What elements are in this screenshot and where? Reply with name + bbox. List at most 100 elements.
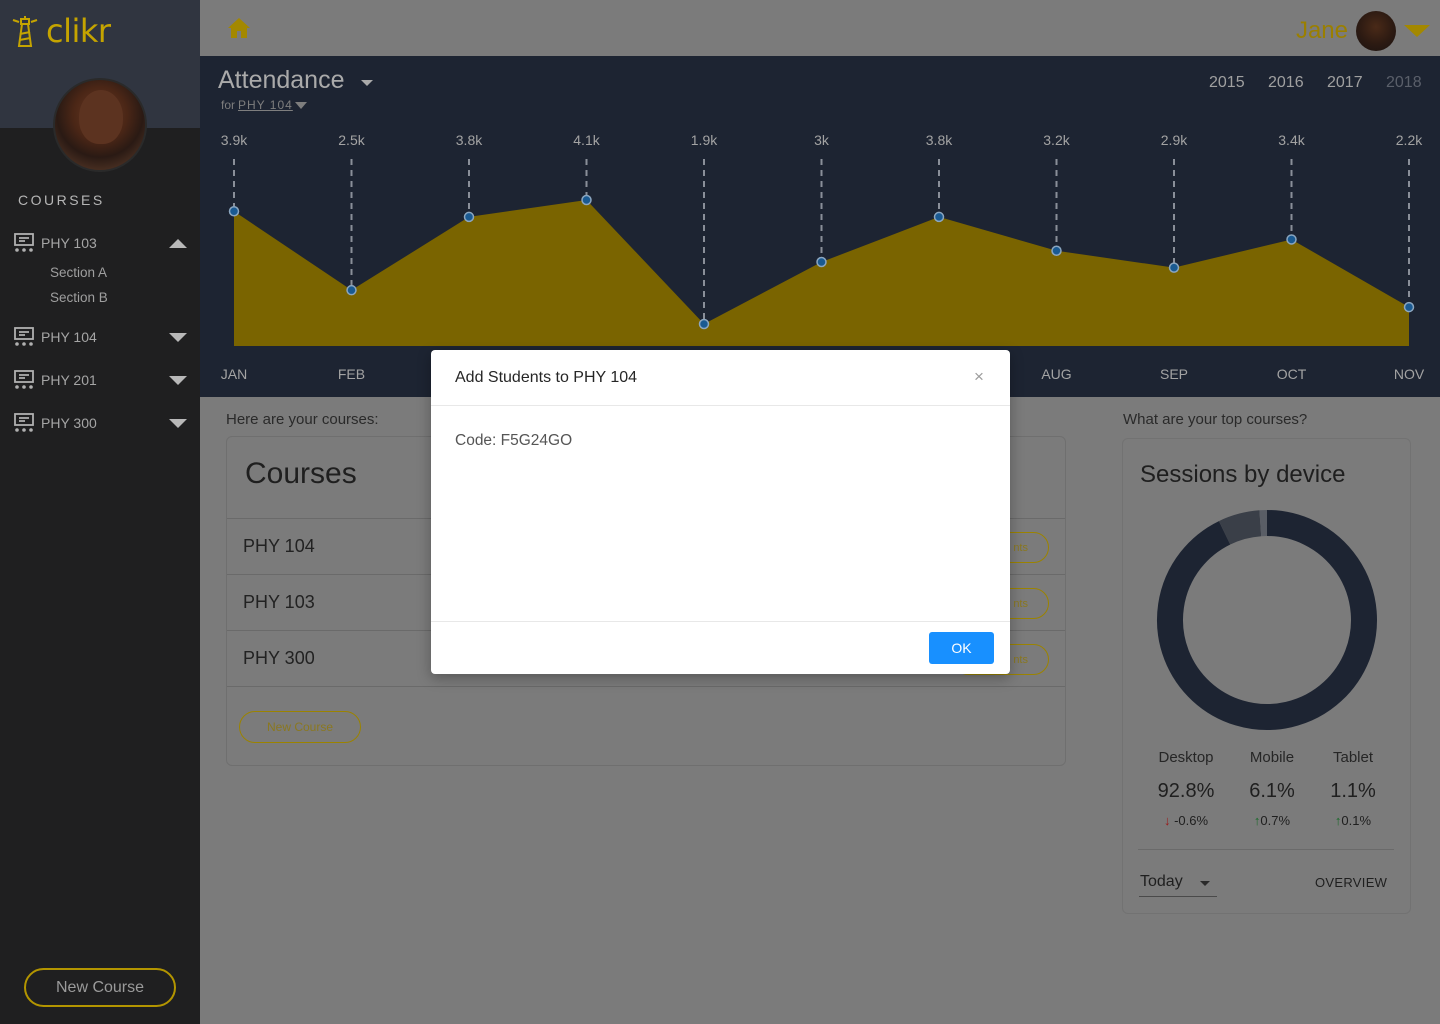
data-label: 2.9k	[1161, 132, 1188, 148]
data-point[interactable]	[581, 194, 592, 206]
data-label: 4.1k	[573, 132, 600, 148]
device-delta: ↓ -0.6%	[1146, 813, 1226, 828]
data-label: 3.8k	[456, 132, 483, 148]
sidebar-new-course-button[interactable]: New Course	[24, 968, 176, 1007]
data-point[interactable]	[816, 256, 827, 268]
device-stat-mobile: Mobile 6.1% ↑0.7%	[1232, 749, 1312, 828]
sidebar: clikr COURSES PHY 103 Section A Section …	[0, 0, 200, 1024]
data-label: 3.2k	[1043, 132, 1070, 148]
presentation-icon	[14, 327, 34, 346]
sidebar-item-label: PHY 300	[41, 415, 97, 431]
device-label: Mobile	[1249, 749, 1295, 766]
data-point[interactable]	[698, 318, 710, 330]
device-label: Desktop	[1158, 749, 1214, 766]
course-name: PHY 300	[243, 648, 315, 668]
presentation-icon	[14, 370, 34, 389]
data-point[interactable]	[346, 284, 357, 296]
user-avatar[interactable]	[1356, 11, 1396, 51]
courses-intro-label: Here are your courses:	[226, 411, 379, 428]
logo-text: clikr	[46, 12, 111, 50]
add-students-modal: Add Students to PHY 104 × Code: F5G24GO …	[431, 350, 1010, 674]
data-label: 3.4k	[1278, 132, 1305, 148]
sidebar-item-label: PHY 104	[41, 329, 97, 345]
sidebar-item-phy300[interactable]: PHY 300	[0, 408, 200, 438]
x-tick-label: NOV	[1394, 366, 1425, 382]
attendance-area	[234, 200, 1409, 346]
user-menu-caret-icon[interactable]	[1404, 25, 1430, 37]
chevron-down-icon[interactable]	[169, 332, 187, 342]
data-point[interactable]	[1168, 262, 1180, 273]
device-label: Tablet	[1332, 749, 1374, 766]
device-delta: ↑0.1%	[1313, 813, 1393, 828]
data-label: 3.8k	[926, 132, 953, 148]
data-label: 3k	[814, 132, 830, 148]
device-stat-desktop: Desktop 92.8% ↓ -0.6%	[1146, 749, 1226, 828]
device-donut-chart	[1157, 510, 1377, 730]
modal-footer	[431, 621, 1010, 622]
device-card-title: Sessions by device	[1140, 461, 1346, 488]
sidebar-item-label: PHY 201	[41, 372, 97, 388]
sidebar-item-phy104[interactable]: PHY 104	[0, 322, 200, 352]
x-tick-label: JAN	[221, 366, 247, 382]
data-point[interactable]	[933, 211, 945, 223]
course-name: PHY 104	[243, 536, 315, 556]
modal-header: Add Students to PHY 104 ×	[431, 350, 1010, 406]
divider	[1138, 849, 1394, 850]
profile-avatar[interactable]	[53, 78, 147, 172]
presentation-icon	[14, 233, 34, 252]
chevron-down-icon[interactable]	[169, 418, 187, 428]
device-stat-tablet: Tablet 1.1% ↑0.1%	[1313, 749, 1393, 828]
data-label: 3.9k	[221, 132, 248, 148]
range-select-underline	[1139, 896, 1217, 897]
presentation-icon	[14, 413, 34, 432]
lighthouse-icon	[12, 16, 38, 47]
data-label: 1.9k	[691, 132, 718, 148]
modal-body-code: Code: F5G24GO	[455, 432, 573, 449]
data-point[interactable]	[228, 206, 240, 217]
device-value: 1.1%	[1330, 780, 1376, 802]
chevron-down-icon[interactable]	[1200, 881, 1210, 886]
divider	[227, 686, 1065, 687]
sidebar-subitem-section-a[interactable]: Section A	[50, 265, 107, 280]
attendance-chart-panel: Attendance for PHY 104 2015 2016 2017 201…	[200, 56, 1440, 397]
data-label: 2.5k	[338, 132, 365, 148]
sidebar-item-phy103[interactable]: PHY 103	[0, 228, 200, 258]
x-tick-label: AUG	[1041, 366, 1071, 382]
device-delta-value: -0.6%	[1174, 813, 1209, 828]
data-point[interactable]	[1051, 245, 1062, 256]
new-course-button[interactable]: New Course	[239, 711, 361, 743]
chevron-up-icon[interactable]	[169, 238, 187, 248]
course-name: PHY 103	[243, 592, 315, 612]
close-icon[interactable]: ×	[970, 368, 988, 386]
attendance-chart: 3.9k JAN 2.5k FEB 3.8k 4.1k 1.9k 3k 3.8k 3.2k AUG 2…	[221, 132, 1425, 382]
data-label: 2.2k	[1396, 132, 1423, 148]
device-value: 6.1%	[1249, 780, 1295, 802]
device-delta-value: 0.1%	[1341, 813, 1372, 828]
sidebar-item-phy201[interactable]: PHY 201	[0, 365, 200, 395]
home-icon[interactable]	[226, 16, 252, 40]
x-tick-label: FEB	[338, 366, 365, 382]
data-point[interactable]	[463, 211, 475, 223]
device-value: 92.8%	[1157, 780, 1215, 802]
sidebar-item-label: PHY 103	[41, 235, 97, 251]
x-tick-label: OCT	[1277, 366, 1307, 382]
range-select[interactable]: Today	[1140, 873, 1183, 891]
arrow-down-icon: ↓	[1163, 813, 1171, 828]
donut-slice-desktop[interactable]	[1157, 510, 1377, 730]
donut-slice-mobile[interactable]	[1218, 510, 1262, 545]
courses-heading: COURSES	[18, 192, 105, 208]
user-name[interactable]: Jane	[1296, 17, 1348, 45]
sidebar-subitem-section-b[interactable]: Section B	[50, 290, 108, 305]
x-tick-label: SEP	[1160, 366, 1188, 382]
top-courses-label: What are your top courses?	[1123, 411, 1308, 428]
overview-link[interactable]: OVERVIEW	[1315, 875, 1387, 890]
chevron-down-icon[interactable]	[169, 375, 187, 385]
modal-title: Add Students to PHY 104	[455, 369, 638, 386]
data-point[interactable]	[1403, 301, 1415, 313]
ok-button[interactable]: OK	[929, 632, 994, 664]
logo[interactable]: clikr	[10, 12, 111, 50]
device-delta-value: 0.7%	[1260, 813, 1291, 828]
courses-card-title: Courses	[245, 457, 357, 490]
device-delta: ↑0.7%	[1232, 813, 1312, 828]
data-point[interactable]	[1286, 234, 1297, 245]
